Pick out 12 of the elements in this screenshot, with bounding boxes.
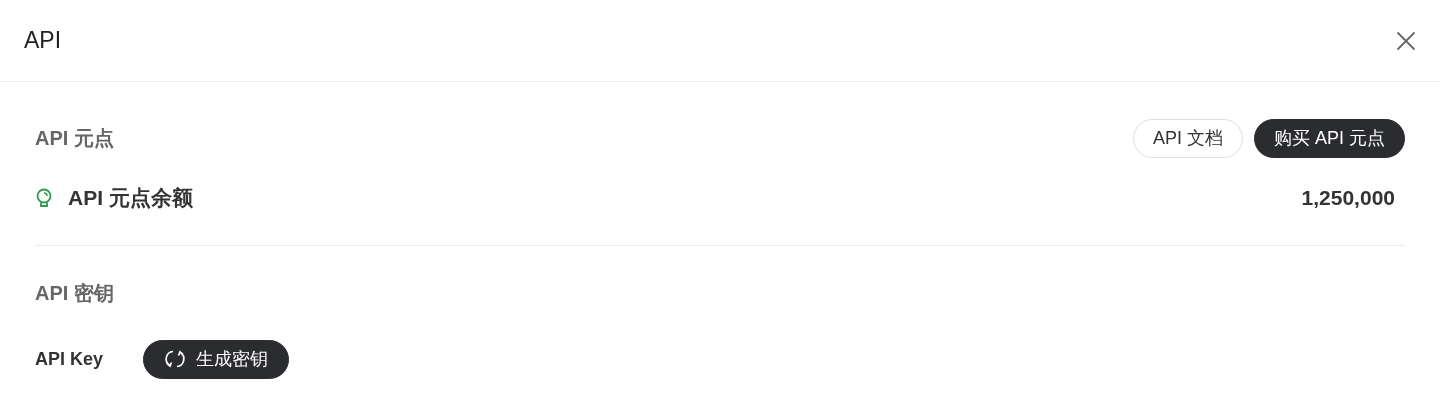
- generate-key-button[interactable]: 生成密钥: [143, 339, 289, 379]
- section-title: API 密钥: [35, 280, 114, 306]
- buy-credits-button[interactable]: 购买 API 元点: [1254, 118, 1405, 158]
- docs-button[interactable]: API 文档: [1132, 118, 1243, 158]
- close-icon[interactable]: [1396, 30, 1416, 51]
- balance-value: 1,250,000: [1301, 186, 1395, 210]
- refresh-icon: [164, 348, 186, 370]
- bulb-icon: [35, 188, 53, 208]
- api-key-label: API Key: [35, 348, 105, 370]
- section-title: API 元点: [35, 125, 114, 151]
- balance-label: API 元点余额: [68, 185, 193, 211]
- dialog-title: API: [24, 27, 62, 54]
